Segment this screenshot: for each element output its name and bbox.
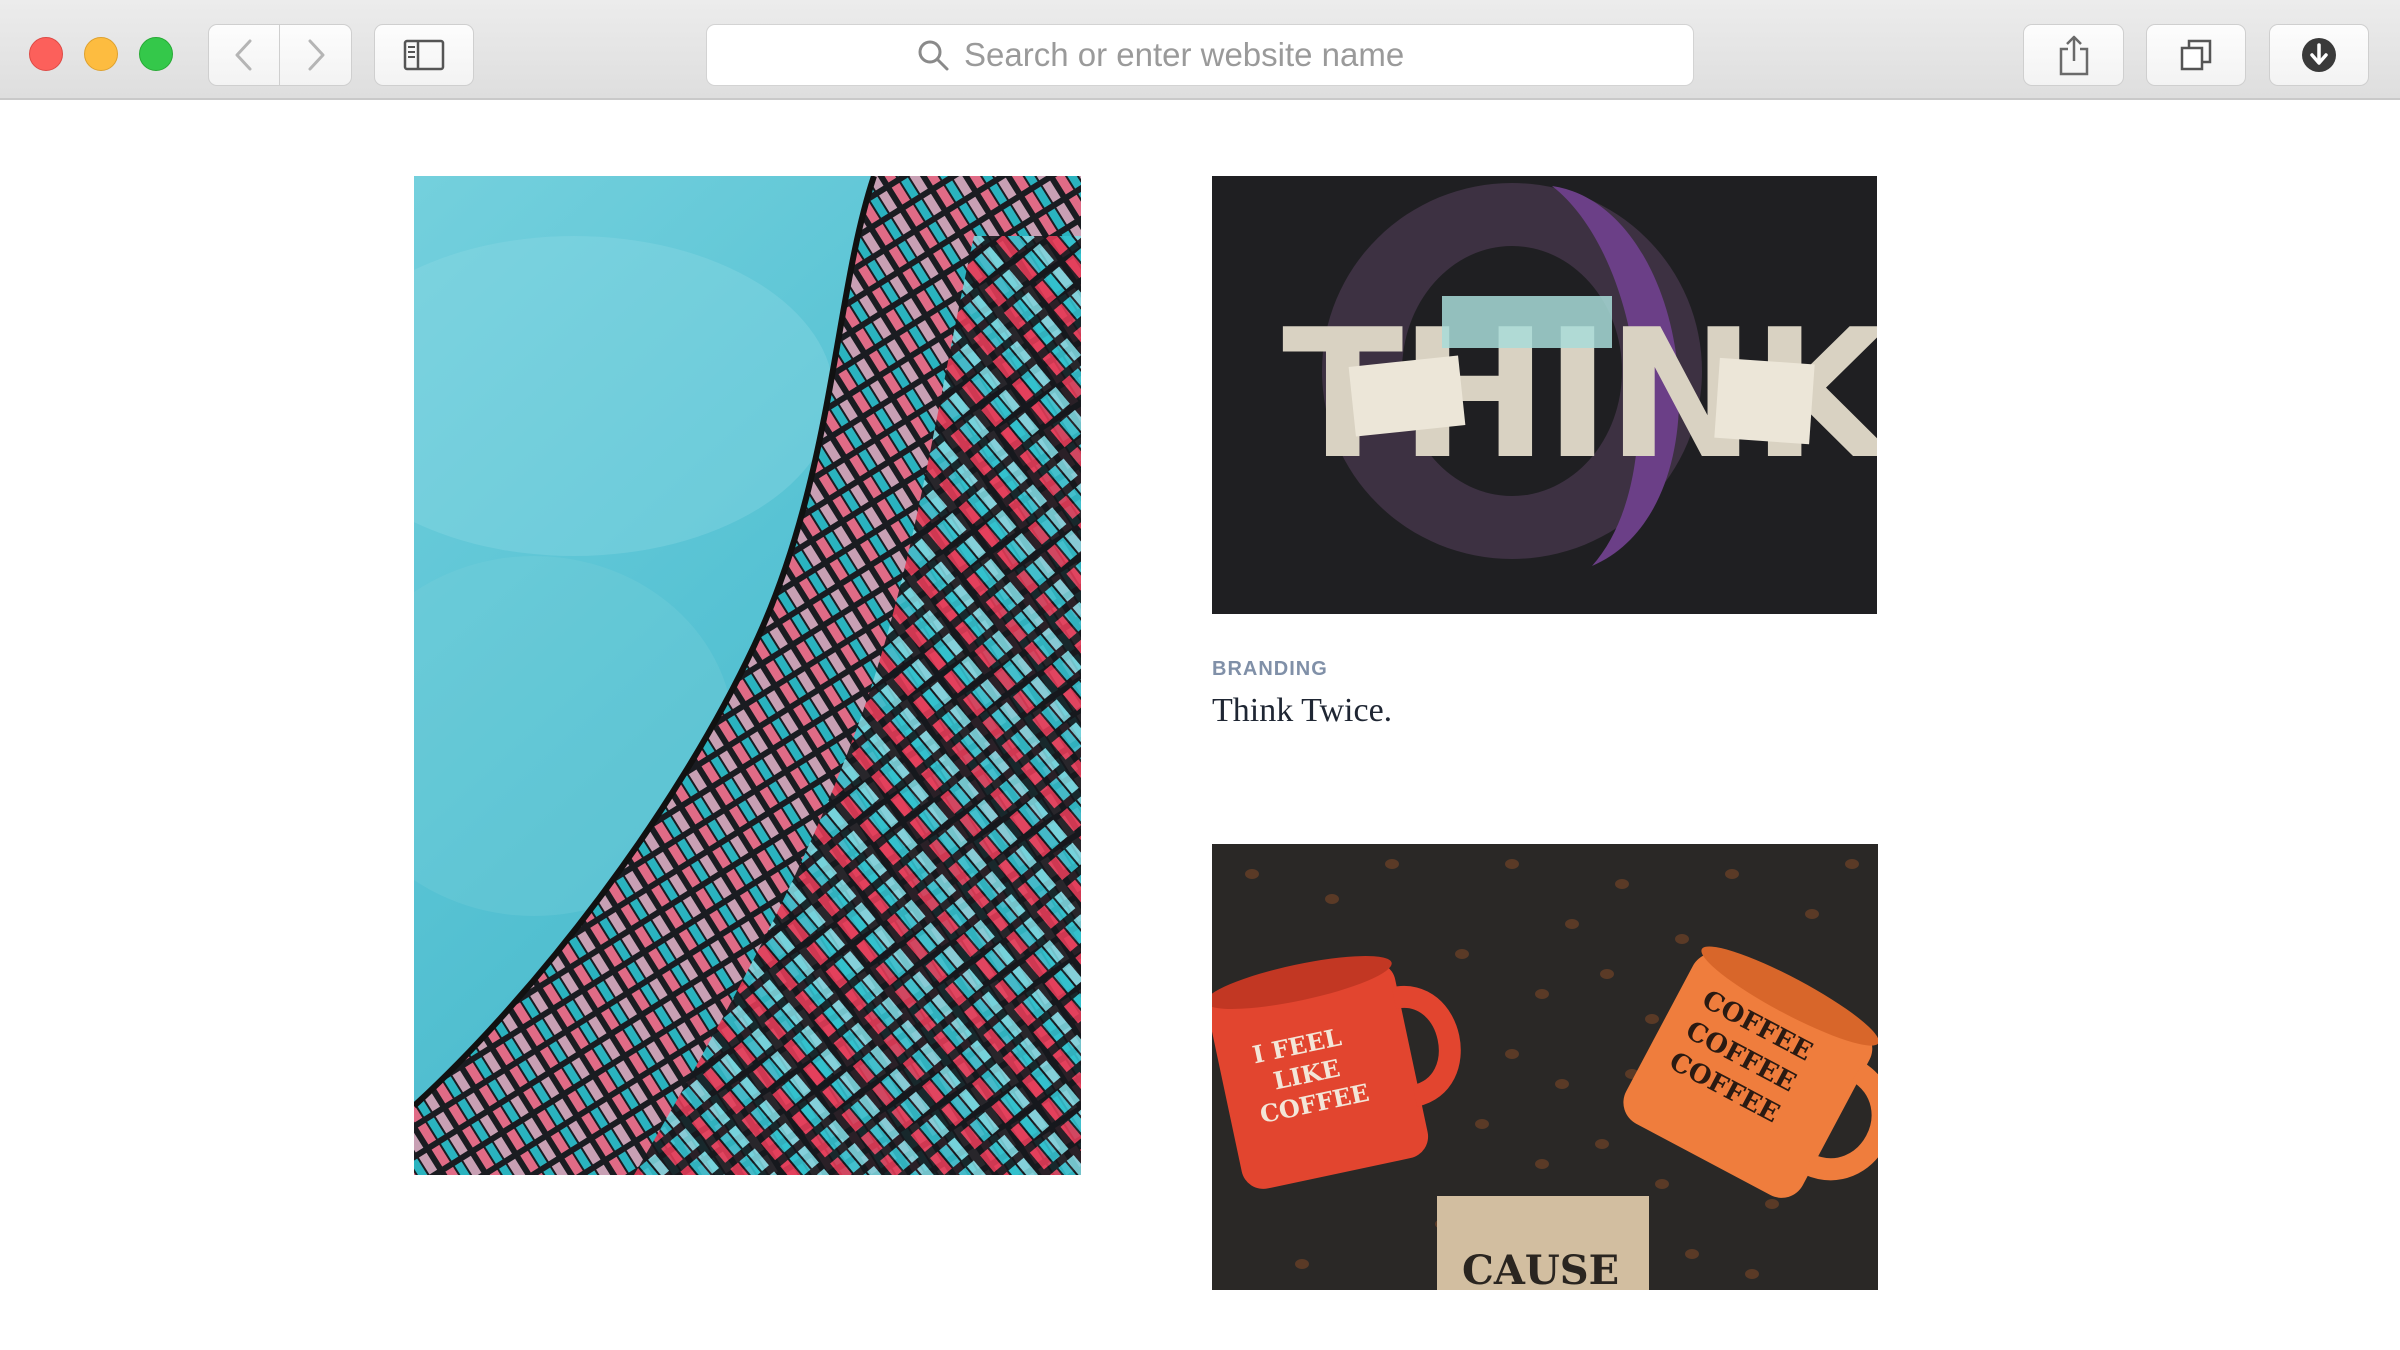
minimize-window-button[interactable]: [84, 37, 118, 71]
think-twice-photo[interactable]: THINK: [1212, 176, 1877, 614]
back-button[interactable]: [208, 24, 280, 86]
download-icon: [2302, 38, 2336, 72]
browser-toolbar: [0, 0, 2400, 100]
tabs-icon: [2180, 39, 2212, 71]
maximize-window-button[interactable]: [139, 37, 173, 71]
svg-text:CAUSE: CAUSE: [1462, 1247, 1619, 1290]
coffee-bag: CAUSE: [1437, 1196, 1649, 1290]
search-icon: [918, 40, 949, 71]
address-bar[interactable]: [706, 24, 1694, 86]
share-icon: [2059, 35, 2088, 76]
post-title[interactable]: Think Twice.: [1212, 692, 1392, 730]
close-window-button[interactable]: [29, 37, 63, 71]
think-twice-image: THINK: [1212, 176, 1877, 614]
post-category[interactable]: BRANDING: [1212, 658, 1328, 681]
downloads-button[interactable]: [2269, 24, 2369, 86]
coffee-image: I FEEL LIKE COFFEE COFFEE COFFEE COFFEE …: [1212, 844, 1878, 1290]
chevron-left-icon: [235, 39, 252, 71]
address-input[interactable]: [964, 36, 1484, 74]
sidebar-toggle-button[interactable]: [374, 24, 474, 86]
building-photo[interactable]: [414, 176, 1081, 1175]
forward-button[interactable]: [280, 24, 352, 86]
tab-overview-button[interactable]: [2146, 24, 2246, 86]
share-button[interactable]: [2023, 24, 2124, 86]
chevron-right-icon: [308, 39, 324, 71]
building-image: [414, 176, 1081, 1175]
coffee-mugs-photo[interactable]: I FEEL LIKE COFFEE COFFEE COFFEE COFFEE …: [1212, 844, 1878, 1290]
sidebar-icon: [403, 39, 445, 71]
